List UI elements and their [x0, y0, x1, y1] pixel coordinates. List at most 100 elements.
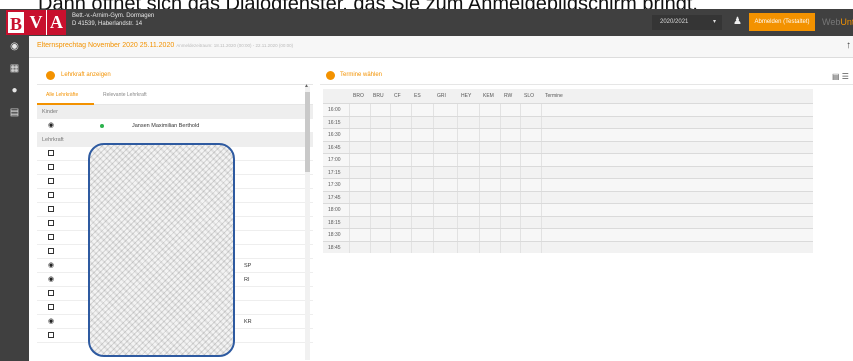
checkbox-icon[interactable] [48, 206, 54, 212]
checkbox-icon[interactable] [48, 178, 54, 184]
checkbox-icon[interactable] [48, 290, 54, 296]
time-slot-row[interactable]: 16:45 [323, 140, 813, 153]
time-slot-row[interactable]: 17:15 [323, 165, 813, 178]
grid-cell-divider [457, 229, 458, 241]
grid-cell-divider [433, 116, 434, 128]
scrollbar-thumb[interactable] [305, 92, 310, 172]
checkbox-icon[interactable] [48, 304, 54, 310]
grid-cell-divider [433, 229, 434, 241]
time-slot-row[interactable]: 18:15 [323, 215, 813, 228]
eye-icon[interactable]: ◉ [48, 262, 55, 269]
time-slot-row[interactable]: 18:00 [323, 203, 813, 216]
grid-cell-divider [433, 166, 434, 178]
time-slot-row[interactable]: 18:30 [323, 228, 813, 241]
grid-cell-divider [349, 216, 350, 228]
grid-cell-divider [457, 241, 458, 253]
book-icon[interactable]: ▤ [0, 102, 29, 124]
time-slot-row[interactable]: 16:15 [323, 115, 813, 128]
grid-column-header: CF [394, 93, 401, 99]
grid-cell-divider [479, 204, 480, 216]
grid-cell-divider [520, 104, 521, 116]
grid-cell-divider [500, 204, 501, 216]
list-icon[interactable]: ☰ [842, 72, 849, 81]
teacher-subject: SP [244, 263, 252, 269]
eye-icon[interactable]: ◉ [48, 318, 55, 325]
checkbox-icon[interactable] [48, 164, 54, 170]
grid-cell-divider [411, 141, 412, 153]
sort-icon[interactable]: ↑ [846, 40, 851, 51]
teacher-panel-title: Lehrkraft anzeigen [61, 72, 111, 78]
grid-cell-divider [411, 104, 412, 116]
grid-cell-divider [349, 104, 350, 116]
teacher-subject: RI [244, 277, 250, 283]
grid-cell-divider [457, 116, 458, 128]
checkbox-icon[interactable] [48, 234, 54, 240]
checkbox-icon[interactable] [48, 248, 54, 254]
section-children: Kinder [37, 105, 313, 119]
page-title-text: Elternsprechtag November 2020 25.11.2020 [37, 42, 175, 49]
grid-column-header: BRO [353, 93, 364, 99]
logo-letter-v: V [26, 10, 46, 35]
grid-cell-divider [390, 116, 391, 128]
child-row[interactable]: ◉ Jansen Maximilian Berthold [37, 119, 313, 133]
checkbox-icon[interactable] [48, 220, 54, 226]
checkbox-icon[interactable] [48, 150, 54, 156]
time-slot-row[interactable]: 16:00 [323, 103, 813, 116]
calendar-icon[interactable]: ▦ [0, 58, 29, 80]
appointment-panel-title: Termine wählen [340, 72, 383, 78]
time-slot-label: 18:45 [328, 244, 341, 251]
grid-cell-divider [411, 166, 412, 178]
grid-cell-divider [370, 179, 371, 191]
time-slot-label: 17:30 [328, 182, 341, 188]
time-slot-label: 16:15 [328, 119, 341, 126]
redacted-area [88, 143, 235, 357]
teacher-panel-header: Lehrkraft anzeigen [37, 67, 313, 85]
grid-cell-divider [520, 154, 521, 166]
school-logo[interactable]: B V A [6, 10, 66, 35]
grid-cell-divider [370, 116, 371, 128]
logo-letter-b: B [6, 10, 26, 35]
appointment-panel-header: Termine wählen ▤ ☰ [320, 67, 853, 85]
messages-icon[interactable]: ● [0, 80, 29, 102]
time-slot-row[interactable]: 17:45 [323, 190, 813, 203]
grid-body: 16:00 16:15 16:30 16:45 17:00 17:15 17:30 17:45… [323, 103, 813, 253]
time-slot-row[interactable]: 18:45 [323, 240, 813, 253]
grid-cell-divider [541, 229, 542, 241]
user-icon[interactable]: ♟ [733, 16, 742, 28]
grid-cell-divider [479, 154, 480, 166]
grid-cell-divider [411, 216, 412, 228]
grid-cell-divider [349, 179, 350, 191]
dashboard-icon[interactable]: ◉ [0, 36, 29, 58]
registration-period: Anmeldezeitraum: 18.11.2020 (00:00) - 22… [176, 43, 294, 48]
grid-cell-divider [541, 216, 542, 228]
grid-cell-divider [390, 129, 391, 141]
grid-cell-divider [500, 129, 501, 141]
time-slot-row[interactable]: 17:30 [323, 178, 813, 191]
school-year-select[interactable]: 2020/2021 ▾ [652, 15, 722, 30]
grid-cell-divider [370, 104, 371, 116]
time-slot-row[interactable]: 17:00 [323, 153, 813, 166]
grid-cell-divider [349, 116, 350, 128]
checkbox-icon[interactable] [48, 332, 54, 338]
print-icon[interactable]: ▤ [832, 72, 840, 81]
tab-relevant-teachers[interactable]: Relevante Lehrkraft [103, 92, 147, 98]
time-slot-row[interactable]: 16:30 [323, 128, 813, 141]
sidebar: ◉ ▦ ● ▤ [0, 36, 29, 361]
grid-cell-divider [500, 104, 501, 116]
grid-cell-divider [500, 166, 501, 178]
grid-cell-divider [457, 129, 458, 141]
scroll-up-icon[interactable]: ▲ [304, 83, 309, 89]
teacher-tabs: Alle Lehrkräfte Relevante Lehrkraft [37, 85, 313, 105]
eye-icon[interactable]: ◉ [48, 122, 55, 129]
grid-cell-divider [370, 154, 371, 166]
eye-icon[interactable]: ◉ [48, 276, 55, 283]
online-status-icon [100, 124, 104, 128]
logout-button[interactable]: Abmelden (Testaltet) [749, 13, 815, 31]
grid-cell-divider [500, 229, 501, 241]
checkbox-icon[interactable] [48, 192, 54, 198]
grid-cell-divider [479, 129, 480, 141]
grid-cell-divider [411, 116, 412, 128]
logo-letter-a: A [46, 10, 66, 35]
tab-all-teachers[interactable]: Alle Lehrkräfte [46, 92, 78, 98]
teacher-list-scrollbar[interactable]: ▲ [304, 83, 310, 360]
